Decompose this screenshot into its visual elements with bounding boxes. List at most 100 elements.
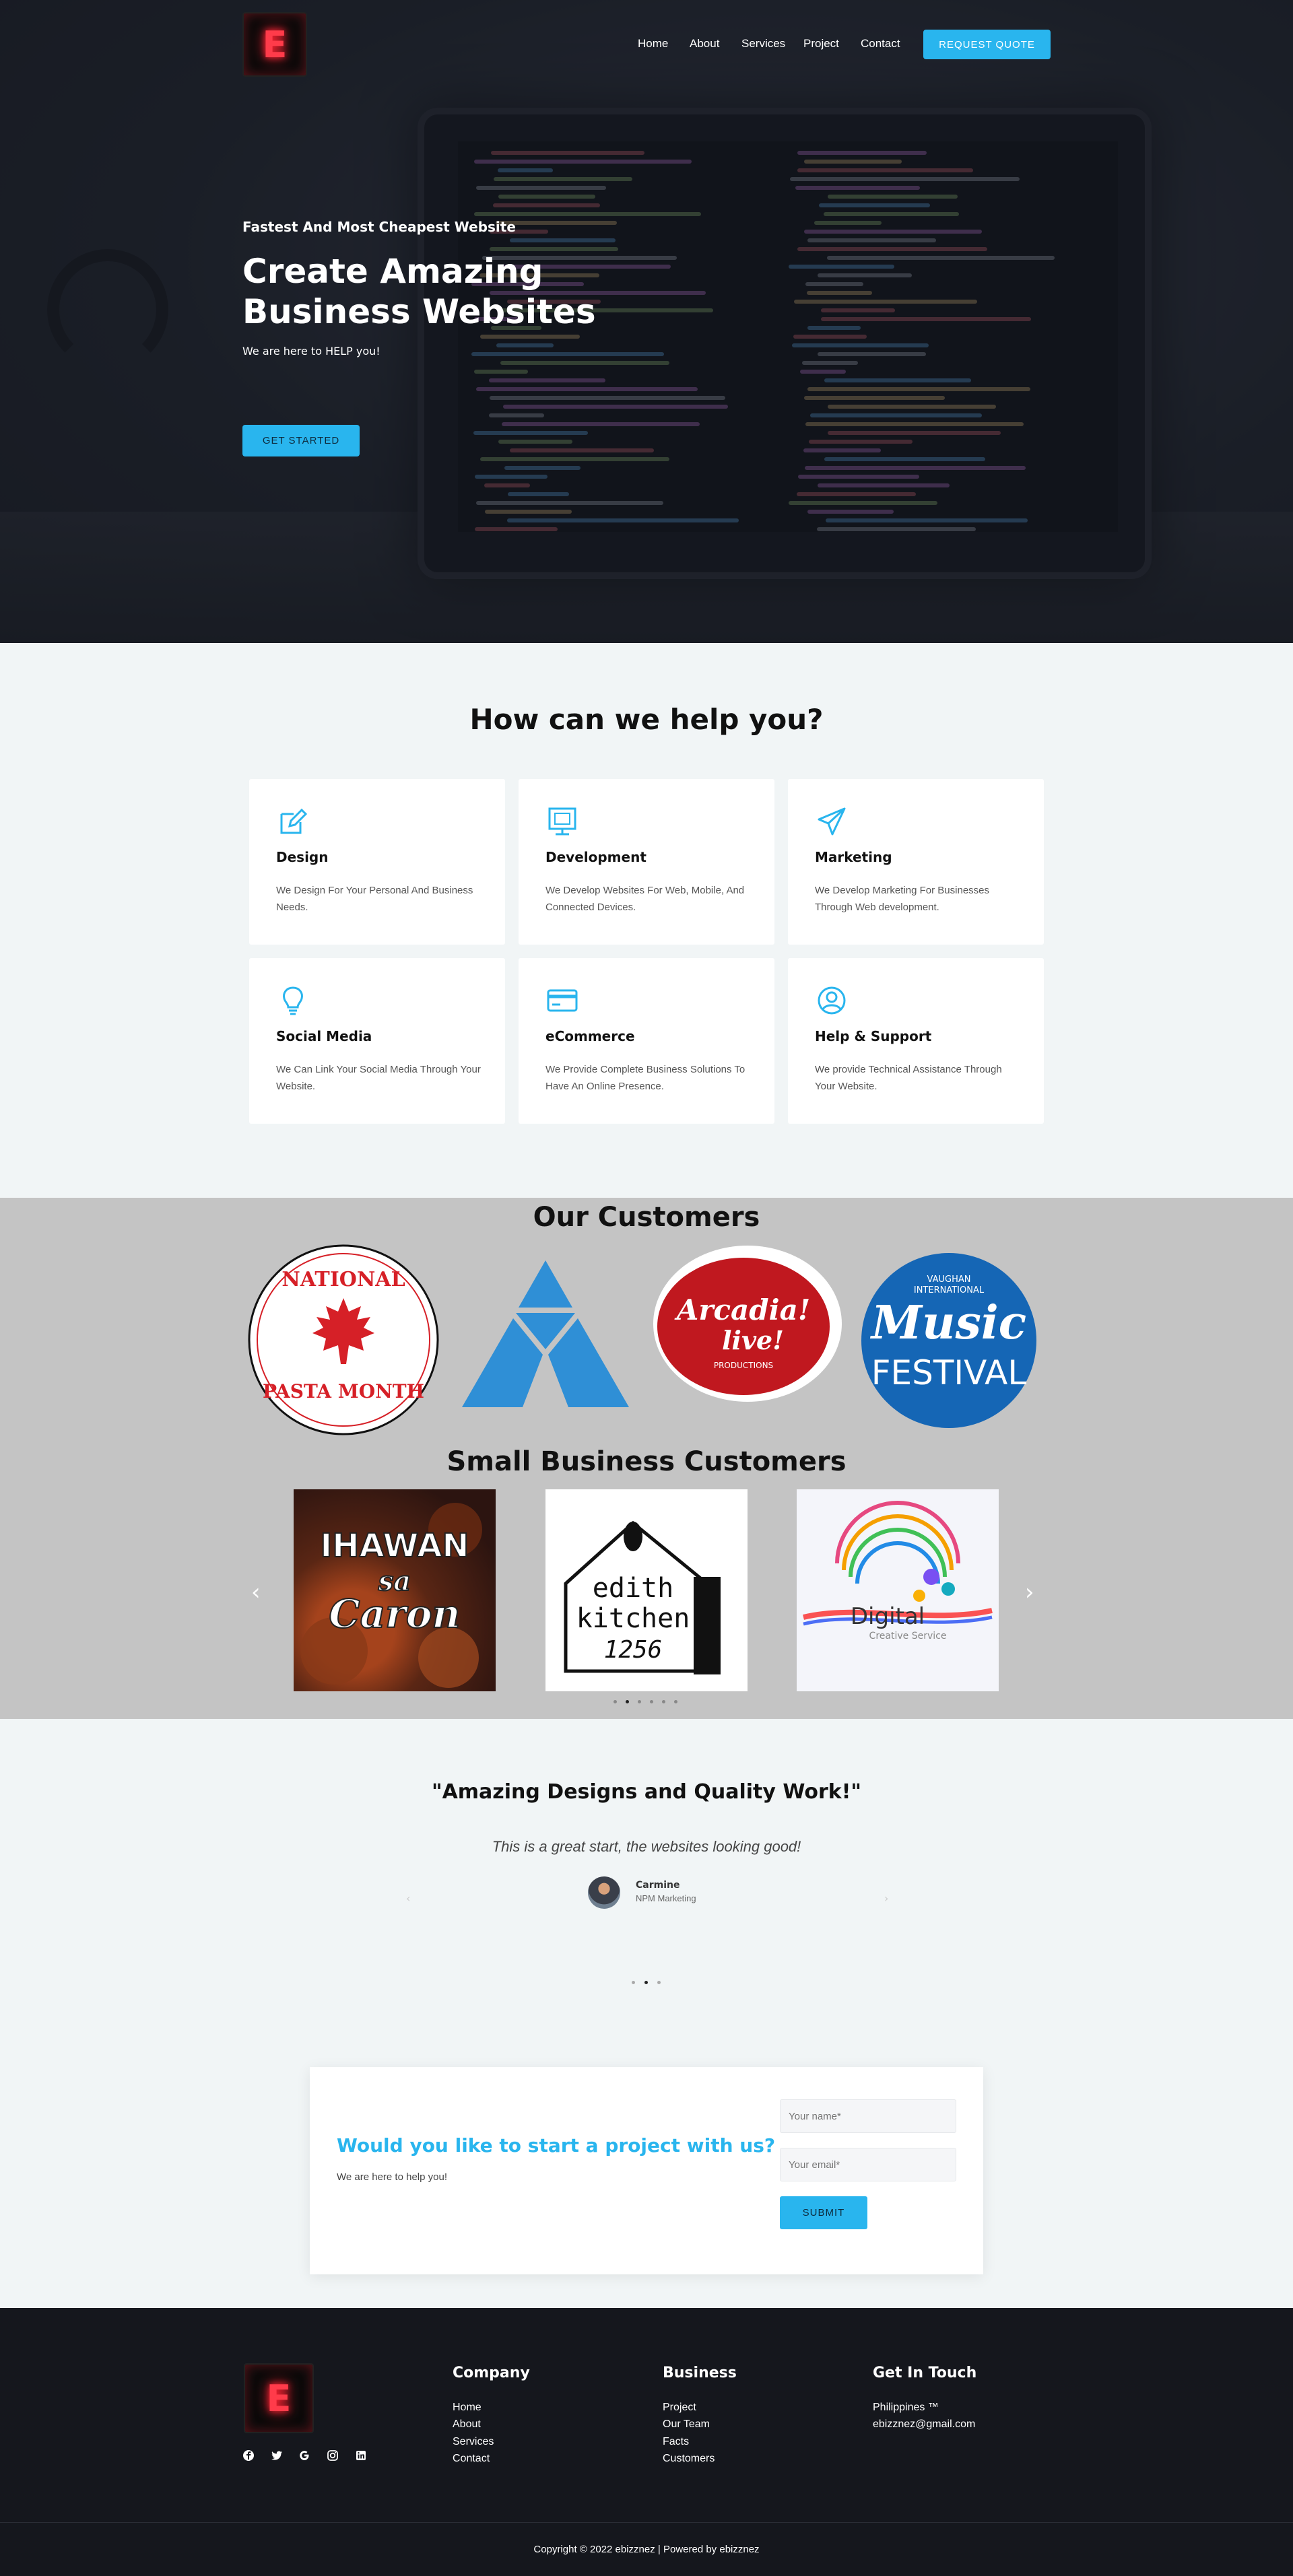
customers-title: Our Customers — [533, 1202, 760, 1233]
service-card-help-support[interactable]: Help & Support We provide Technical Assi… — [788, 958, 1044, 1124]
testimonial-dot-active[interactable] — [644, 1981, 648, 1984]
pasta-text-bottom: PASTA MONTH — [263, 1380, 424, 1402]
nav-services[interactable]: Services — [741, 37, 785, 50]
digital-graphic: Digital Creative Service — [803, 1501, 993, 1641]
twitter-icon[interactable] — [271, 2449, 283, 2462]
ihawan-sa-caron-logo[interactable]: IHAWAN sa Caron — [294, 1489, 496, 1691]
carousel-prev-arrow[interactable]: ‹ — [251, 1579, 261, 1606]
digital-creative-logo[interactable]: Digital Creative Service — [797, 1489, 999, 1691]
footer-company-title: Company — [453, 2365, 530, 2381]
service-title: Help & Support — [815, 1028, 932, 1044]
footer-link-project[interactable]: Project — [663, 2402, 696, 2414]
project-cta-card: Would you like to start a project with u… — [310, 2067, 983, 2274]
service-text: We Develop Marketing For Businesses Thro… — [815, 885, 989, 913]
service-text: We Develop Websites For Web, Mobile, And… — [545, 885, 745, 913]
carousel-dot[interactable] — [638, 1700, 641, 1703]
testimonial-next-icon[interactable]: › — [884, 1892, 888, 1905]
pasta-text-top: NATIONAL — [281, 1268, 405, 1291]
cta-subtitle: We are here to help you! — [337, 2171, 447, 2183]
nav-home[interactable]: Home — [638, 37, 668, 50]
live-text: live! — [722, 1325, 784, 1355]
paper-plane-icon — [818, 807, 846, 836]
testimonial-prev-icon[interactable]: ‹ — [406, 1892, 410, 1905]
testimonial-quote: This is a great start, the websites look… — [492, 1838, 801, 1855]
nav-about[interactable]: About — [690, 37, 719, 50]
hero-title-line1: Create Amazing — [242, 252, 543, 291]
get-started-button[interactable]: GET STARTED — [242, 425, 360, 456]
footer-logo-letter: E — [266, 2377, 292, 2420]
testimonial-name: Carmine — [636, 1880, 680, 1891]
hero-subtitle: We are here to HELP you! — [242, 345, 380, 358]
service-card-marketing[interactable]: Marketing We Develop Marketing For Busin… — [788, 779, 1044, 945]
linkedin-icon[interactable] — [355, 2449, 367, 2462]
facebook-icon[interactable] — [242, 2449, 255, 2462]
footer-logo[interactable]: E — [244, 2363, 314, 2433]
footer — [0, 2308, 1293, 2576]
testimonial-dot[interactable] — [657, 1981, 661, 1984]
site-logo[interactable]: E — [242, 12, 307, 77]
vaughan-text: VAUGHAN — [927, 1275, 971, 1285]
arcadia-text: Arcadia! — [674, 1293, 810, 1326]
service-card-ecommerce[interactable]: eCommerce We Provide Complete Business S… — [519, 958, 774, 1124]
service-title: Design — [276, 849, 329, 865]
service-card-design[interactable]: Design We Design For Your Personal And B… — [249, 779, 505, 945]
copyright-text: Copyright © 2022 ebizznez | Powered by e… — [533, 2544, 760, 2555]
lightbulb-icon — [283, 986, 303, 1015]
footer-email-link[interactable]: ebizznez@gmail.com — [873, 2418, 975, 2431]
nav-project[interactable]: Project — [803, 37, 839, 50]
service-title: Development — [545, 849, 646, 865]
hero-title: Create Amazing Business Websites — [242, 251, 714, 332]
testimonial-role: NPM Marketing — [636, 1893, 696, 1903]
carousel-dot[interactable] — [674, 1700, 677, 1703]
footer-business-title: Business — [663, 2365, 737, 2381]
edith-text: edith — [593, 1573, 673, 1604]
service-title: eCommerce — [545, 1028, 635, 1044]
submit-button[interactable]: SUBMIT — [780, 2196, 867, 2229]
edith-kitchen-logo[interactable]: edith kitchen 1256 — [545, 1489, 748, 1691]
footer-link-contact[interactable]: Contact — [453, 2453, 490, 2465]
footer-contact-title: Get In Touch — [873, 2365, 977, 2381]
triangle-logo — [462, 1260, 629, 1407]
google-icon[interactable] — [298, 2449, 310, 2462]
festival-text: FESTIVAL — [871, 1353, 1027, 1392]
edith-graphic: edith kitchen 1256 — [564, 1520, 721, 1674]
footer-link-about[interactable]: About — [453, 2418, 481, 2431]
service-text: We Can Link Your Social Media Through Yo… — [276, 1064, 481, 1092]
service-card-development[interactable]: Development We Develop Websites For Web,… — [519, 779, 774, 945]
testimonial-dot[interactable] — [632, 1981, 635, 1984]
carousel-dot[interactable] — [662, 1700, 665, 1703]
footer-link-customers[interactable]: Customers — [663, 2453, 715, 2465]
instagram-icon[interactable] — [327, 2449, 339, 2462]
carousel-next-arrow[interactable]: › — [1025, 1579, 1034, 1606]
testimonial-title: "Amazing Designs and Quality Work!" — [431, 1780, 862, 1804]
number-text: 1256 — [604, 1636, 663, 1664]
footer-link-facts[interactable]: Facts — [663, 2436, 689, 2448]
kitchen-text: kitchen — [576, 1603, 690, 1634]
footer-link-services[interactable]: Services — [453, 2436, 494, 2448]
footer-divider — [0, 2522, 1293, 2523]
service-title: Social Media — [276, 1028, 372, 1044]
ihawan-text: IHAWAN — [320, 1527, 469, 1565]
carousel-dot[interactable] — [650, 1700, 653, 1703]
credit-card-icon — [547, 989, 578, 1012]
user-circle-icon — [818, 986, 846, 1015]
hero-title-line2: Business Websites — [242, 292, 596, 331]
footer-link-our-team[interactable]: Our Team — [663, 2418, 710, 2431]
carousel-dot[interactable] — [614, 1700, 617, 1703]
service-text: We Design For Your Personal And Business… — [276, 885, 473, 913]
international-text: INTERNATIONAL — [914, 1285, 985, 1295]
cta-title: Would you like to start a project with u… — [337, 2134, 776, 2157]
edit-icon — [280, 808, 308, 834]
logo-letter: E — [262, 23, 288, 66]
service-text: We Provide Complete Business Solutions T… — [545, 1064, 745, 1092]
name-field[interactable] — [780, 2099, 956, 2133]
nav-contact[interactable]: Contact — [861, 37, 900, 50]
service-card-social-media[interactable]: Social Media We Can Link Your Social Med… — [249, 958, 505, 1124]
email-field[interactable] — [780, 2148, 956, 2181]
carousel-dot-active[interactable] — [626, 1700, 629, 1703]
request-quote-button[interactable]: REQUEST QUOTE — [923, 30, 1051, 59]
avatar — [588, 1876, 620, 1909]
footer-link-home[interactable]: Home — [453, 2402, 482, 2414]
digital-text: Digital — [851, 1603, 925, 1630]
ihawan-graphic: IHAWAN sa Caron — [300, 1503, 482, 1688]
